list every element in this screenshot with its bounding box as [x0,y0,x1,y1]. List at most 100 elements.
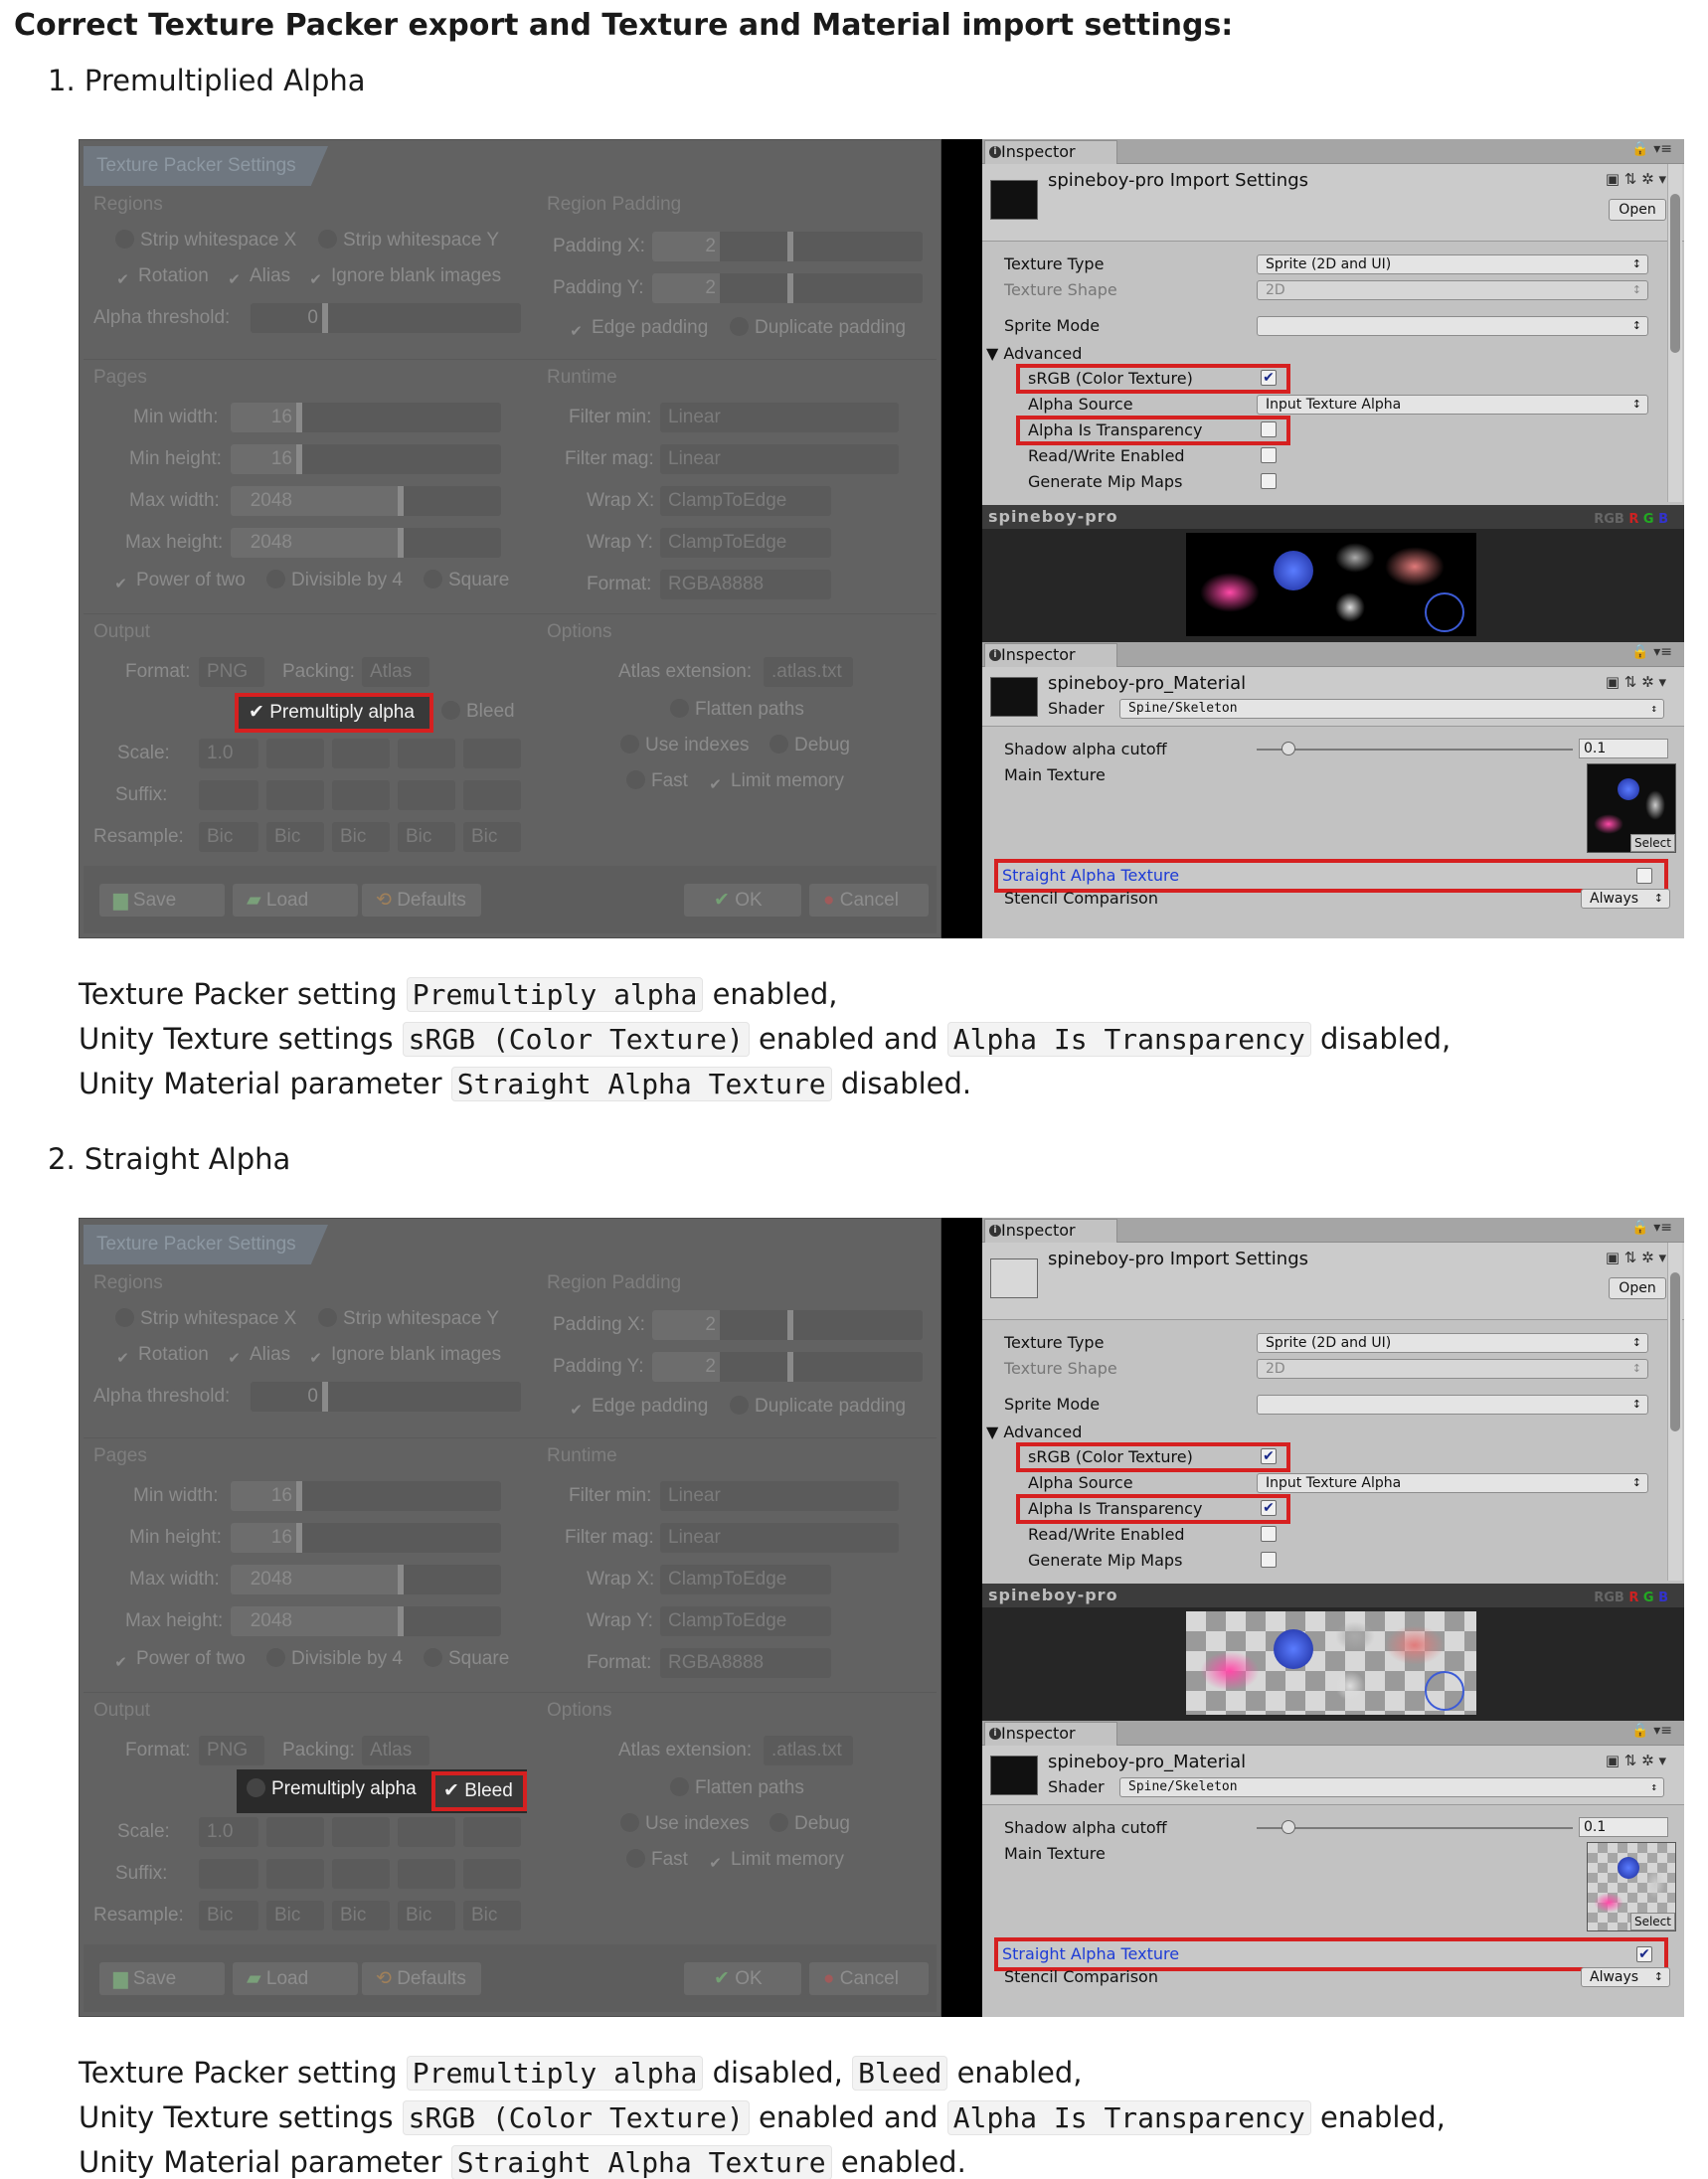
padding-y-slider[interactable]: 2 [652,273,923,303]
select-texture-button[interactable]: Select [1629,1913,1675,1930]
alpha-threshold-slider[interactable]: 0 [251,303,521,333]
inspector-scrollbar[interactable] [1667,164,1682,502]
power-of-two-checkbox[interactable]: ✔ Power of two [111,1648,246,1672]
scale-field-5[interactable] [463,739,521,768]
srgb-checkbox[interactable]: ✔ [1261,1448,1277,1464]
scale-field[interactable]: 1.0 [199,1817,258,1847]
stencil-comparison-select[interactable]: Always [1581,889,1670,909]
square-checkbox[interactable]: Square [424,1648,509,1670]
flatten-paths-checkbox[interactable]: Flatten paths [670,1777,804,1799]
resample-select-1[interactable]: Bic [199,822,258,852]
alpha-source-select[interactable]: Input Texture Alpha [1257,1473,1648,1493]
read-write-checkbox[interactable] [1261,1526,1277,1542]
suffix-field-3[interactable] [332,780,390,810]
filter-min-select[interactable]: Linear [660,403,899,432]
advanced-foldout[interactable]: ▼ Advanced [986,344,1082,363]
stencil-comparison-select[interactable]: Always [1581,1967,1670,1987]
material-gear-icon[interactable]: ▣ ⇅ ✲ ▾ [1606,1752,1666,1769]
sprite-mode-select[interactable] [1257,316,1648,336]
select-texture-button[interactable]: Select [1629,834,1675,852]
min-height-slider[interactable]: 16 [231,444,501,474]
max-width-slider[interactable]: 2048 [231,1565,501,1594]
advanced-foldout[interactable]: ▼ Advanced [986,1423,1082,1441]
material-inspector-tab[interactable]: Inspector [984,643,1117,667]
use-indexes-checkbox[interactable]: Use indexes [620,735,750,756]
sprite-mode-select[interactable] [1257,1395,1648,1415]
suffix-field-4[interactable] [398,780,455,810]
alpha-threshold-slider[interactable]: 0 [251,1382,521,1412]
open-button[interactable]: Open [1609,199,1666,221]
wrap-y-select[interactable]: ClampToEdge [660,1606,831,1636]
material-inspector-tab[interactable]: Inspector [984,1722,1117,1746]
resample-select-5[interactable]: Bic [463,822,521,852]
shadow-alpha-cutoff-knob[interactable] [1281,1820,1295,1834]
suffix-field[interactable] [199,780,258,810]
use-indexes-checkbox[interactable]: Use indexes [620,1813,750,1835]
divisible-by-4-checkbox[interactable]: Divisible by 4 [266,570,403,591]
material-lock-icon[interactable]: 🔒 ▾≡ [1631,644,1672,660]
alpha-is-transparency-checkbox[interactable] [1261,421,1277,437]
scale-field-2[interactable] [266,1817,324,1847]
alpha-is-transparency-checkbox[interactable]: ✔ [1261,1500,1277,1516]
resample-select-1[interactable]: Bic [199,1901,258,1930]
wrap-x-select[interactable]: ClampToEdge [660,486,831,516]
alpha-source-select[interactable]: Input Texture Alpha [1257,395,1648,415]
rotation-checkbox[interactable]: ✔ Rotation [113,265,209,289]
suffix-field[interactable] [199,1859,258,1889]
suffix-field-5[interactable] [463,1859,521,1889]
texture-type-select[interactable]: Sprite (2D and UI) [1257,1333,1648,1353]
fast-checkbox[interactable]: Fast [626,770,688,792]
scale-field-2[interactable] [266,739,324,768]
read-write-checkbox[interactable] [1261,447,1277,463]
scale-field-3[interactable] [332,739,390,768]
format-select[interactable]: RGBA8888 [660,1648,831,1678]
defaults-button[interactable]: ⟲ Defaults [362,884,481,917]
shadow-alpha-cutoff-knob[interactable] [1281,742,1295,755]
premultiply-alpha-checkbox[interactable]: Premultiply alpha [247,1778,417,1799]
alias-checkbox[interactable]: ✔ Alias [225,265,290,289]
resample-select-4[interactable]: Bic [398,1901,455,1930]
shader-select[interactable]: Spine/Skeleton [1119,1777,1664,1797]
strip-whitespace-x-checkbox[interactable]: Strip whitespace X [115,1308,296,1330]
resample-select-2[interactable]: Bic [266,822,324,852]
padding-y-slider[interactable]: 2 [652,1352,923,1382]
max-height-slider[interactable]: 2048 [231,528,501,558]
settings-gear-icon[interactable]: ▣ ⇅ ✲ ▾ [1606,170,1666,188]
resample-select-3[interactable]: Bic [332,1901,390,1930]
inspector-scrollbar[interactable] [1667,1243,1682,1581]
limit-memory-checkbox[interactable]: ✔ Limit memory [706,770,844,794]
wrap-y-select[interactable]: ClampToEdge [660,528,831,558]
save-button[interactable]: ▆ Save [99,884,225,917]
resample-select-3[interactable]: Bic [332,822,390,852]
resample-select-4[interactable]: Bic [398,822,455,852]
lock-icon[interactable]: 🔒 ▾≡ [1631,141,1672,157]
min-width-slider[interactable]: 16 [231,1481,501,1511]
texture-shape-select[interactable]: 2D [1257,1359,1648,1379]
ok-button[interactable]: ✔ OK [684,1962,801,1995]
material-gear-icon[interactable]: ▣ ⇅ ✲ ▾ [1606,673,1666,691]
filter-mag-select[interactable]: Linear [660,444,899,474]
srgb-checkbox[interactable]: ✔ [1261,370,1277,386]
inspector-tab[interactable]: Inspector [984,140,1117,164]
output-format-select[interactable]: PNG [199,1736,264,1765]
texture-shape-select[interactable]: 2D [1257,280,1648,300]
premultiply-alpha-checkbox[interactable]: ✔ Premultiply alpha [235,693,433,733]
debug-checkbox[interactable]: Debug [769,735,850,756]
limit-memory-checkbox[interactable]: ✔ Limit memory [706,1849,844,1873]
suffix-field-2[interactable] [266,1859,324,1889]
texture-type-select[interactable]: Sprite (2D and UI) [1257,254,1648,274]
inspector-tab[interactable]: Inspector [984,1219,1117,1243]
atlas-extension-field[interactable]: .atlas.txt [764,1736,853,1765]
square-checkbox[interactable]: Square [424,570,509,591]
settings-gear-icon[interactable]: ▣ ⇅ ✲ ▾ [1606,1249,1666,1266]
resample-select-2[interactable]: Bic [266,1901,324,1930]
straight-alpha-texture-checkbox[interactable]: ✔ [1636,1946,1652,1962]
min-width-slider[interactable]: 16 [231,403,501,432]
ignore-blank-images-checkbox[interactable]: ✔ Ignore blank images [306,265,501,289]
rotation-checkbox[interactable]: ✔ Rotation [113,1344,209,1368]
scale-field-4[interactable] [398,1817,455,1847]
shadow-alpha-cutoff-field[interactable]: 0.1 [1579,739,1668,758]
padding-x-slider[interactable]: 2 [652,1310,923,1340]
shadow-alpha-cutoff-field[interactable]: 0.1 [1579,1817,1668,1837]
bleed-checkbox[interactable]: Bleed [441,701,515,723]
